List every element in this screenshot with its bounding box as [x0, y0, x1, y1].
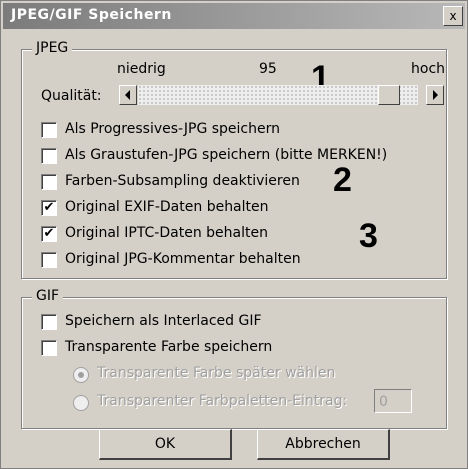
checkbox[interactable]: ✔ — [41, 200, 57, 216]
palette-entry-input[interactable]: 0 — [374, 389, 412, 413]
jpeg-legend: JPEG — [32, 40, 73, 56]
save-dialog: JPEG/GIF Speichern x JPEG niedrig 95 hoc… — [0, 0, 468, 469]
quality-low-label: niedrig — [117, 61, 166, 77]
close-button[interactable]: x — [443, 6, 463, 26]
option-label: Original EXIF-Daten behalten — [65, 199, 269, 215]
title-bar[interactable]: JPEG/GIF Speichern x — [3, 3, 465, 29]
checkbox[interactable] — [41, 314, 57, 330]
checkbox[interactable] — [41, 148, 57, 164]
annotation-number-3: 3 — [359, 217, 378, 255]
radio-choose-later-label: Transparente Farbe später wählen — [97, 365, 336, 381]
radio-choose-later[interactable] — [73, 367, 89, 383]
checkbox[interactable] — [41, 340, 57, 356]
quality-value: 95 — [259, 61, 277, 77]
option-label: Als Progressives-JPG speichern — [65, 121, 280, 137]
checkbox[interactable] — [41, 252, 57, 268]
quality-label: Qualität: — [41, 88, 102, 104]
option-label: Farben-Subsampling deaktivieren — [65, 173, 300, 189]
quality-increase-button[interactable] — [426, 85, 444, 105]
option-label: Speichern als Interlaced GIF — [65, 313, 262, 329]
window-title: JPEG/GIF Speichern — [11, 7, 172, 23]
quality-slider-thumb[interactable] — [378, 85, 400, 105]
option-label: Original JPG-Kommentar behalten — [65, 251, 301, 267]
checkbox[interactable] — [41, 174, 57, 190]
annotation-number-2: 2 — [333, 161, 352, 199]
gif-legend: GIF — [32, 288, 64, 304]
triangle-right-icon — [433, 90, 438, 100]
ok-button[interactable]: OK — [99, 429, 232, 460]
quality-decrease-button[interactable] — [119, 85, 137, 105]
radio-selected-dot — [78, 372, 84, 378]
quality-slider[interactable] — [138, 85, 418, 105]
radio-palette-entry[interactable] — [73, 395, 89, 411]
checkbox[interactable] — [41, 122, 57, 138]
radio-palette-entry-label: Transparenter Farbpaletten-Eintrag: — [97, 393, 348, 409]
quality-high-label: hoch — [411, 61, 446, 77]
option-label: Transparente Farbe speichern — [65, 339, 273, 355]
option-label: Original IPTC-Daten behalten — [65, 225, 268, 241]
checkbox[interactable]: ✔ — [41, 226, 57, 242]
jpeg-group: JPEG — [21, 40, 447, 279]
triangle-left-icon — [125, 90, 130, 100]
cancel-button[interactable]: Abbrechen — [257, 429, 390, 460]
